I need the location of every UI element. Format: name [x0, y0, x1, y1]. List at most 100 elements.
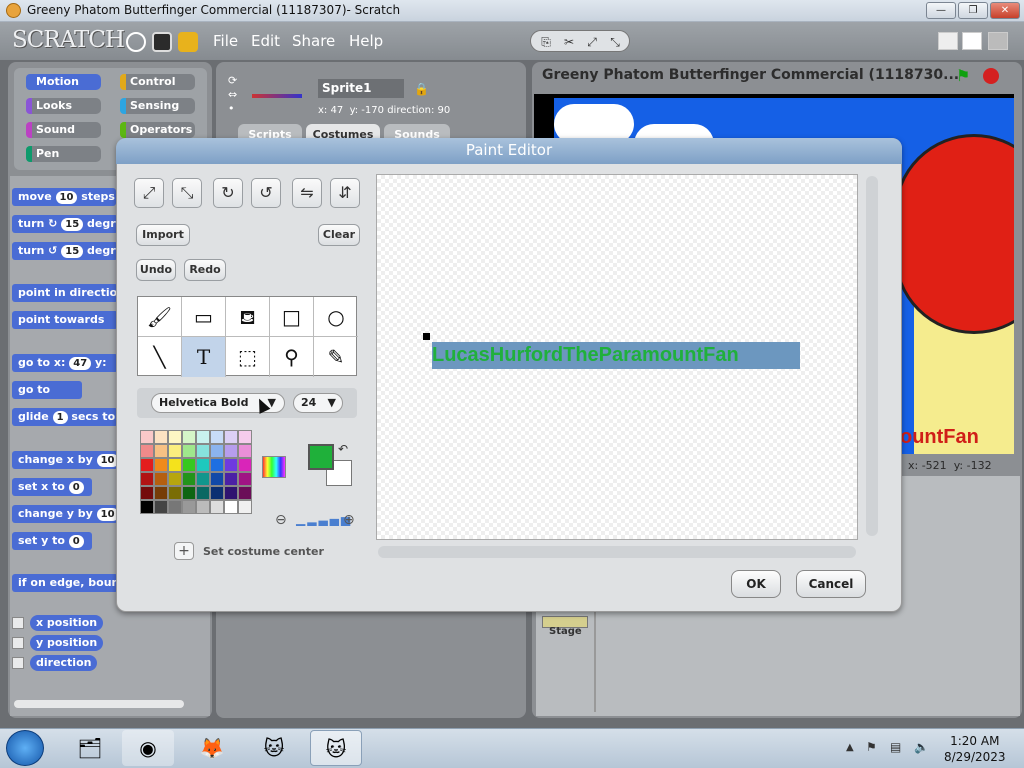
flag-tray-icon[interactable]: ⚑	[866, 740, 877, 754]
color-swatch[interactable]	[182, 486, 196, 500]
color-palette[interactable]	[140, 430, 254, 528]
ellipse-icon[interactable]: ○	[314, 297, 358, 337]
color-spectrum-icon[interactable]	[262, 456, 286, 478]
category-pen[interactable]: Pen	[26, 146, 101, 162]
color-swatch[interactable]	[224, 500, 238, 514]
volume-muted-icon[interactable]: 🔈	[914, 740, 929, 754]
change-x-block[interactable]: change x by 10	[12, 451, 118, 469]
line-icon[interactable]: ╲	[138, 337, 182, 377]
close-button[interactable]: ✕	[990, 2, 1020, 19]
canvas-text[interactable]: LucasHurfordTheParamountFan	[432, 342, 800, 369]
color-swatch[interactable]	[196, 430, 210, 444]
presentation-mode-icon[interactable]	[988, 32, 1008, 50]
color-swatch[interactable]	[224, 472, 238, 486]
color-swatch[interactable]	[154, 500, 168, 514]
turn-left-block[interactable]: turn ↺ 15 degr	[12, 242, 118, 260]
eraser-icon[interactable]: ▭	[182, 297, 226, 337]
select-icon[interactable]: ⬚	[226, 337, 270, 377]
fill-bucket-icon[interactable]: ⛾	[226, 297, 270, 337]
set-y-block[interactable]: set y to 0	[12, 532, 92, 550]
color-swatch[interactable]	[182, 472, 196, 486]
zoom-in-icon[interactable]: ⊕	[343, 512, 355, 528]
save-icon[interactable]	[152, 32, 172, 52]
sprite-name-field[interactable]: Sprite1	[318, 79, 404, 98]
set-costume-center-label[interactable]: Set costume center	[203, 545, 324, 558]
category-motion[interactable]: Motion	[26, 74, 101, 90]
color-swatch[interactable]	[154, 430, 168, 444]
color-swatch[interactable]	[210, 500, 224, 514]
direction-checkbox[interactable]	[12, 657, 24, 669]
category-sensing[interactable]: Sensing	[120, 98, 195, 114]
shrink-icon[interactable]: ⤡	[172, 178, 202, 208]
x-position-reporter[interactable]: x position	[30, 615, 104, 631]
set-center-icon[interactable]: +	[174, 542, 194, 560]
color-swatch[interactable]	[168, 458, 182, 472]
color-swatch[interactable]	[238, 472, 252, 486]
color-swatch[interactable]	[224, 486, 238, 500]
color-swatch[interactable]	[140, 430, 154, 444]
color-swatch[interactable]	[168, 500, 182, 514]
flip-vertical-icon[interactable]: ⇵	[330, 178, 360, 208]
redo-button[interactable]: Redo	[184, 259, 226, 281]
menu-file[interactable]: File	[213, 32, 238, 50]
firefox-icon[interactable]: 🦊	[186, 730, 238, 766]
clear-button[interactable]: Clear	[318, 224, 360, 246]
turn-right-block[interactable]: turn ↻ 15 degr	[12, 215, 118, 233]
ok-button[interactable]: OK	[731, 570, 781, 598]
go-to-block[interactable]: go to	[12, 381, 82, 399]
change-y-block[interactable]: change y by 10	[12, 505, 118, 523]
swap-colors-icon[interactable]: ↶	[338, 442, 348, 456]
color-swatch[interactable]	[154, 472, 168, 486]
color-swatch[interactable]	[238, 500, 252, 514]
color-swatch[interactable]	[154, 486, 168, 500]
y-position-checkbox[interactable]	[12, 637, 24, 649]
duplicate-icon[interactable]: ⎘	[537, 34, 555, 50]
move-steps-block[interactable]: move 10 steps	[12, 188, 116, 206]
color-swatch[interactable]	[210, 472, 224, 486]
color-swatch[interactable]	[224, 444, 238, 458]
color-swatch[interactable]	[210, 486, 224, 500]
point-towards-block[interactable]: point towards	[12, 311, 118, 329]
grow-icon[interactable]: ⤢	[134, 178, 164, 208]
color-swatch[interactable]	[238, 444, 252, 458]
color-swatch[interactable]	[168, 430, 182, 444]
bounce-block[interactable]: if on edge, bounc	[12, 574, 118, 592]
color-swatch[interactable]	[140, 472, 154, 486]
canvas-horizontal-scrollbar[interactable]	[378, 546, 856, 558]
small-stage-layout-icon[interactable]	[938, 32, 958, 50]
glide-block[interactable]: glide 1 secs to	[12, 408, 118, 426]
delete-icon[interactable]: ✂	[560, 34, 578, 50]
color-swatch[interactable]	[168, 444, 182, 458]
minimize-button[interactable]: —	[926, 2, 956, 19]
menu-share[interactable]: Share	[292, 32, 335, 50]
menu-edit[interactable]: Edit	[251, 32, 280, 50]
category-control[interactable]: Control	[120, 74, 195, 90]
color-swatch[interactable]	[196, 500, 210, 514]
rectangle-icon[interactable]: □	[270, 297, 314, 337]
text-cursor-handle[interactable]	[423, 333, 430, 340]
canvas-vertical-scrollbar[interactable]	[866, 176, 878, 536]
shrink-icon[interactable]: ⤡	[606, 34, 624, 50]
color-swatch[interactable]	[140, 500, 154, 514]
color-swatch[interactable]	[238, 486, 252, 500]
cancel-button[interactable]: Cancel	[796, 570, 866, 598]
text-tool-icon[interactable]: T	[182, 337, 226, 377]
palette-scrollbar[interactable]	[14, 700, 184, 708]
eyedropper-icon[interactable]: ✎	[314, 337, 358, 377]
color-swatch[interactable]	[168, 472, 182, 486]
rotation-style-icons[interactable]: ⟳ ⇔ •	[228, 74, 237, 116]
color-swatch[interactable]	[196, 444, 210, 458]
green-flag-icon[interactable]: ⚑	[956, 66, 970, 85]
color-swatch[interactable]	[182, 444, 196, 458]
chrome-icon[interactable]: ◉	[122, 730, 174, 766]
color-swatch[interactable]	[238, 430, 252, 444]
set-x-block[interactable]: set x to 0	[12, 478, 92, 496]
flip-horizontal-icon[interactable]: ⇋	[292, 178, 322, 208]
color-swatch[interactable]	[210, 444, 224, 458]
color-swatch[interactable]	[168, 486, 182, 500]
color-swatch[interactable]	[196, 472, 210, 486]
color-swatch[interactable]	[224, 430, 238, 444]
menu-help[interactable]: Help	[349, 32, 383, 50]
color-swatch[interactable]	[182, 500, 196, 514]
x-position-checkbox[interactable]	[12, 617, 24, 629]
